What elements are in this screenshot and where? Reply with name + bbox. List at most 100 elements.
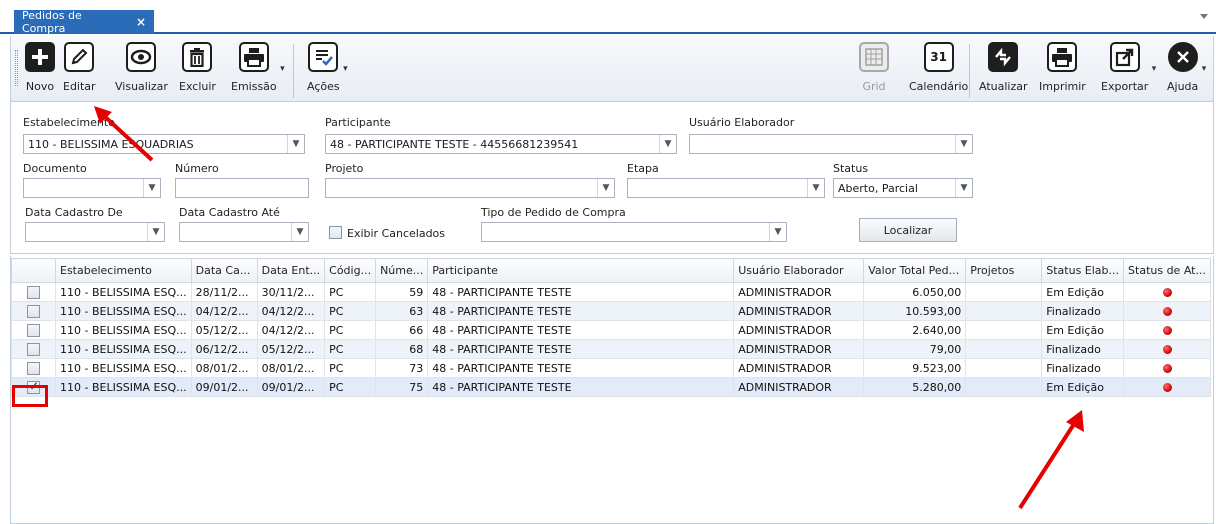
data-cadastro-ate-picker[interactable]: ▼ bbox=[179, 222, 309, 242]
exibir-cancelados-checkbox[interactable] bbox=[329, 226, 342, 239]
column-header[interactable]: Status Elab... bbox=[1041, 258, 1125, 283]
cell-numero: 75 bbox=[375, 377, 429, 397]
column-header[interactable]: Projetos bbox=[965, 258, 1043, 283]
table-row[interactable]: 110 - BELISSIMA ESQ... 08/01/2... 08/01/2.… bbox=[11, 358, 1211, 378]
cell-codigo: PC bbox=[324, 377, 377, 397]
visualizar-label: Visualizar bbox=[115, 80, 168, 93]
cell-estab: 110 - BELISSIMA ESQ... bbox=[55, 282, 192, 302]
cell-data-ent: 08/01/2... bbox=[256, 358, 326, 378]
exportar-label: Exportar bbox=[1101, 80, 1149, 93]
cell-usuario: ADMINISTRADOR bbox=[733, 358, 865, 378]
numero-input[interactable] bbox=[175, 178, 309, 198]
cell-status-elab: Finalizado bbox=[1041, 358, 1125, 378]
ajuda-button[interactable]: ▾ Ajuda bbox=[1167, 42, 1206, 98]
localizar-button[interactable]: Localizar bbox=[859, 218, 957, 242]
table-row[interactable]: 110 - BELISSIMA ESQ...09/01/2...09/01/2.… bbox=[11, 377, 1211, 397]
table-row[interactable]: 110 - BELISSIMA ESQ... 06/12/2... 05/12/2.… bbox=[11, 339, 1211, 359]
etapa-label: Etapa bbox=[627, 162, 659, 175]
row-checkbox[interactable] bbox=[27, 342, 40, 356]
exportar-button[interactable]: ▾ Exportar bbox=[1101, 42, 1156, 98]
row-checkbox[interactable] bbox=[27, 323, 40, 337]
cell-usuario: ADMINISTRADOR bbox=[733, 301, 865, 321]
orders-table: Estabelecimento Data Ca... Data Ent... Códi… bbox=[11, 258, 1211, 397]
chevron-down-icon[interactable]: ▼ bbox=[659, 135, 676, 153]
chevron-down-icon[interactable]: ▼ bbox=[769, 223, 786, 241]
row-checkbox[interactable] bbox=[27, 361, 40, 375]
visualizar-button[interactable]: Visualizar bbox=[115, 42, 168, 98]
editar-label: Editar bbox=[63, 80, 96, 93]
chevron-down-icon[interactable]: ▼ bbox=[147, 223, 164, 241]
documento-select[interactable]: ▼ bbox=[23, 178, 161, 198]
column-header[interactable]: Data Ent... bbox=[256, 258, 326, 283]
chevron-down-icon[interactable]: ▼ bbox=[287, 135, 304, 153]
status-select[interactable]: Aberto, Parcial ▼ bbox=[833, 178, 973, 198]
novo-button[interactable]: Novo bbox=[25, 42, 55, 98]
etapa-select[interactable]: ▼ bbox=[627, 178, 825, 198]
cell-numero: 68 bbox=[375, 339, 429, 359]
plus-icon bbox=[25, 42, 55, 72]
column-header[interactable]: Participante bbox=[427, 258, 735, 283]
atualizar-button[interactable]: Atualizar bbox=[979, 42, 1028, 98]
usuario-elaborador-label: Usuário Elaborador bbox=[689, 116, 795, 129]
close-icon[interactable]: × bbox=[136, 15, 146, 29]
editar-button[interactable]: Editar bbox=[63, 42, 96, 98]
chevron-down-icon[interactable]: ▼ bbox=[597, 179, 614, 197]
projeto-select[interactable]: ▼ bbox=[325, 178, 615, 198]
chevron-down-icon[interactable]: ▼ bbox=[143, 179, 160, 197]
cell-data-cad: 05/12/2... bbox=[190, 320, 258, 340]
cell-data-cad: 08/01/2... bbox=[190, 358, 258, 378]
cell-numero: 59 bbox=[375, 282, 429, 302]
chevron-down-icon[interactable]: ▼ bbox=[955, 135, 972, 153]
calendario-button[interactable]: 31 Calendário bbox=[909, 42, 968, 98]
cell-valor: 79,00 bbox=[863, 339, 967, 359]
row-checkbox[interactable] bbox=[27, 285, 40, 299]
column-header[interactable]: Estabelecimento bbox=[55, 258, 192, 283]
table-row[interactable]: 110 - BELISSIMA ESQ... 05/12/2... 04/12/2.… bbox=[11, 320, 1211, 340]
column-header[interactable] bbox=[11, 258, 56, 283]
column-header[interactable]: Códig... bbox=[324, 258, 377, 283]
estabelecimento-select[interactable]: 110 - BELISSIMA ESQUADRIAS ▼ bbox=[23, 134, 305, 154]
usuario-elaborador-select[interactable]: ▼ bbox=[689, 134, 973, 154]
emissao-button[interactable]: ▾ Emissão bbox=[231, 42, 285, 98]
table-row[interactable]: 110 - BELISSIMA ESQ... 28/11/2... 30/11/2.… bbox=[11, 282, 1211, 302]
column-header[interactable]: Status de At... bbox=[1123, 258, 1211, 283]
cell-data-cad: 09/01/2... bbox=[190, 377, 258, 397]
column-header[interactable]: Valor Total Ped... bbox=[863, 258, 967, 283]
data-cadastro-de-picker[interactable]: ▼ bbox=[25, 222, 165, 242]
ajuda-dropdown-icon[interactable]: ▾ bbox=[1202, 64, 1207, 74]
atualizar-label: Atualizar bbox=[979, 80, 1028, 93]
excluir-button[interactable]: Excluir bbox=[179, 42, 216, 98]
chevron-down-icon[interactable]: ▼ bbox=[291, 223, 308, 241]
printer-icon bbox=[238, 42, 269, 72]
grid-button[interactable]: Grid bbox=[859, 42, 889, 98]
acoes-dropdown-icon[interactable]: ▾ bbox=[343, 64, 348, 74]
chevron-down-icon[interactable]: ▼ bbox=[955, 179, 972, 197]
tab-list-dropdown-icon[interactable] bbox=[1200, 14, 1208, 19]
row-checkbox[interactable] bbox=[27, 304, 40, 318]
participante-select[interactable]: 48 - PARTICIPANTE TESTE - 44556681239541… bbox=[325, 134, 677, 154]
tab-title: Pedidos de Compra bbox=[22, 9, 82, 35]
cell-status-elab: Em Edição bbox=[1041, 282, 1125, 302]
acoes-button[interactable]: ▾ Ações bbox=[307, 42, 348, 98]
cell-participante: 48 - PARTICIPANTE TESTE bbox=[427, 282, 735, 302]
exportar-dropdown-icon[interactable]: ▾ bbox=[1152, 64, 1157, 74]
toolbar-grip[interactable] bbox=[15, 50, 18, 86]
cell-status-elab: Em Edição bbox=[1041, 377, 1125, 397]
cell-valor: 6.050,00 bbox=[863, 282, 967, 302]
column-header[interactable]: Usuário Elaborador bbox=[733, 258, 865, 283]
emissao-label: Emissão bbox=[231, 80, 277, 93]
cell-status-atendimento bbox=[1123, 282, 1211, 302]
table-header-row: Estabelecimento Data Ca... Data Ent... Códi… bbox=[11, 258, 1211, 283]
cell-codigo: PC bbox=[324, 301, 377, 321]
table-row[interactable]: 110 - BELISSIMA ESQ... 04/12/2... 04/12/2.… bbox=[11, 301, 1211, 321]
tipo-pedido-select[interactable]: ▼ bbox=[481, 222, 787, 242]
calendar-day: 31 bbox=[930, 50, 947, 64]
chevron-down-icon[interactable]: ▼ bbox=[807, 179, 824, 197]
cell-valor: 10.593,00 bbox=[863, 301, 967, 321]
tab-pedidos-de-compra[interactable]: Pedidos de Compra × bbox=[14, 9, 154, 35]
calendario-label: Calendário bbox=[909, 80, 969, 93]
emissao-dropdown-icon[interactable]: ▾ bbox=[280, 64, 285, 74]
imprimir-button[interactable]: Imprimir bbox=[1039, 42, 1086, 98]
column-header[interactable]: Núme... bbox=[375, 258, 429, 283]
column-header[interactable]: Data Ca... bbox=[190, 258, 258, 283]
